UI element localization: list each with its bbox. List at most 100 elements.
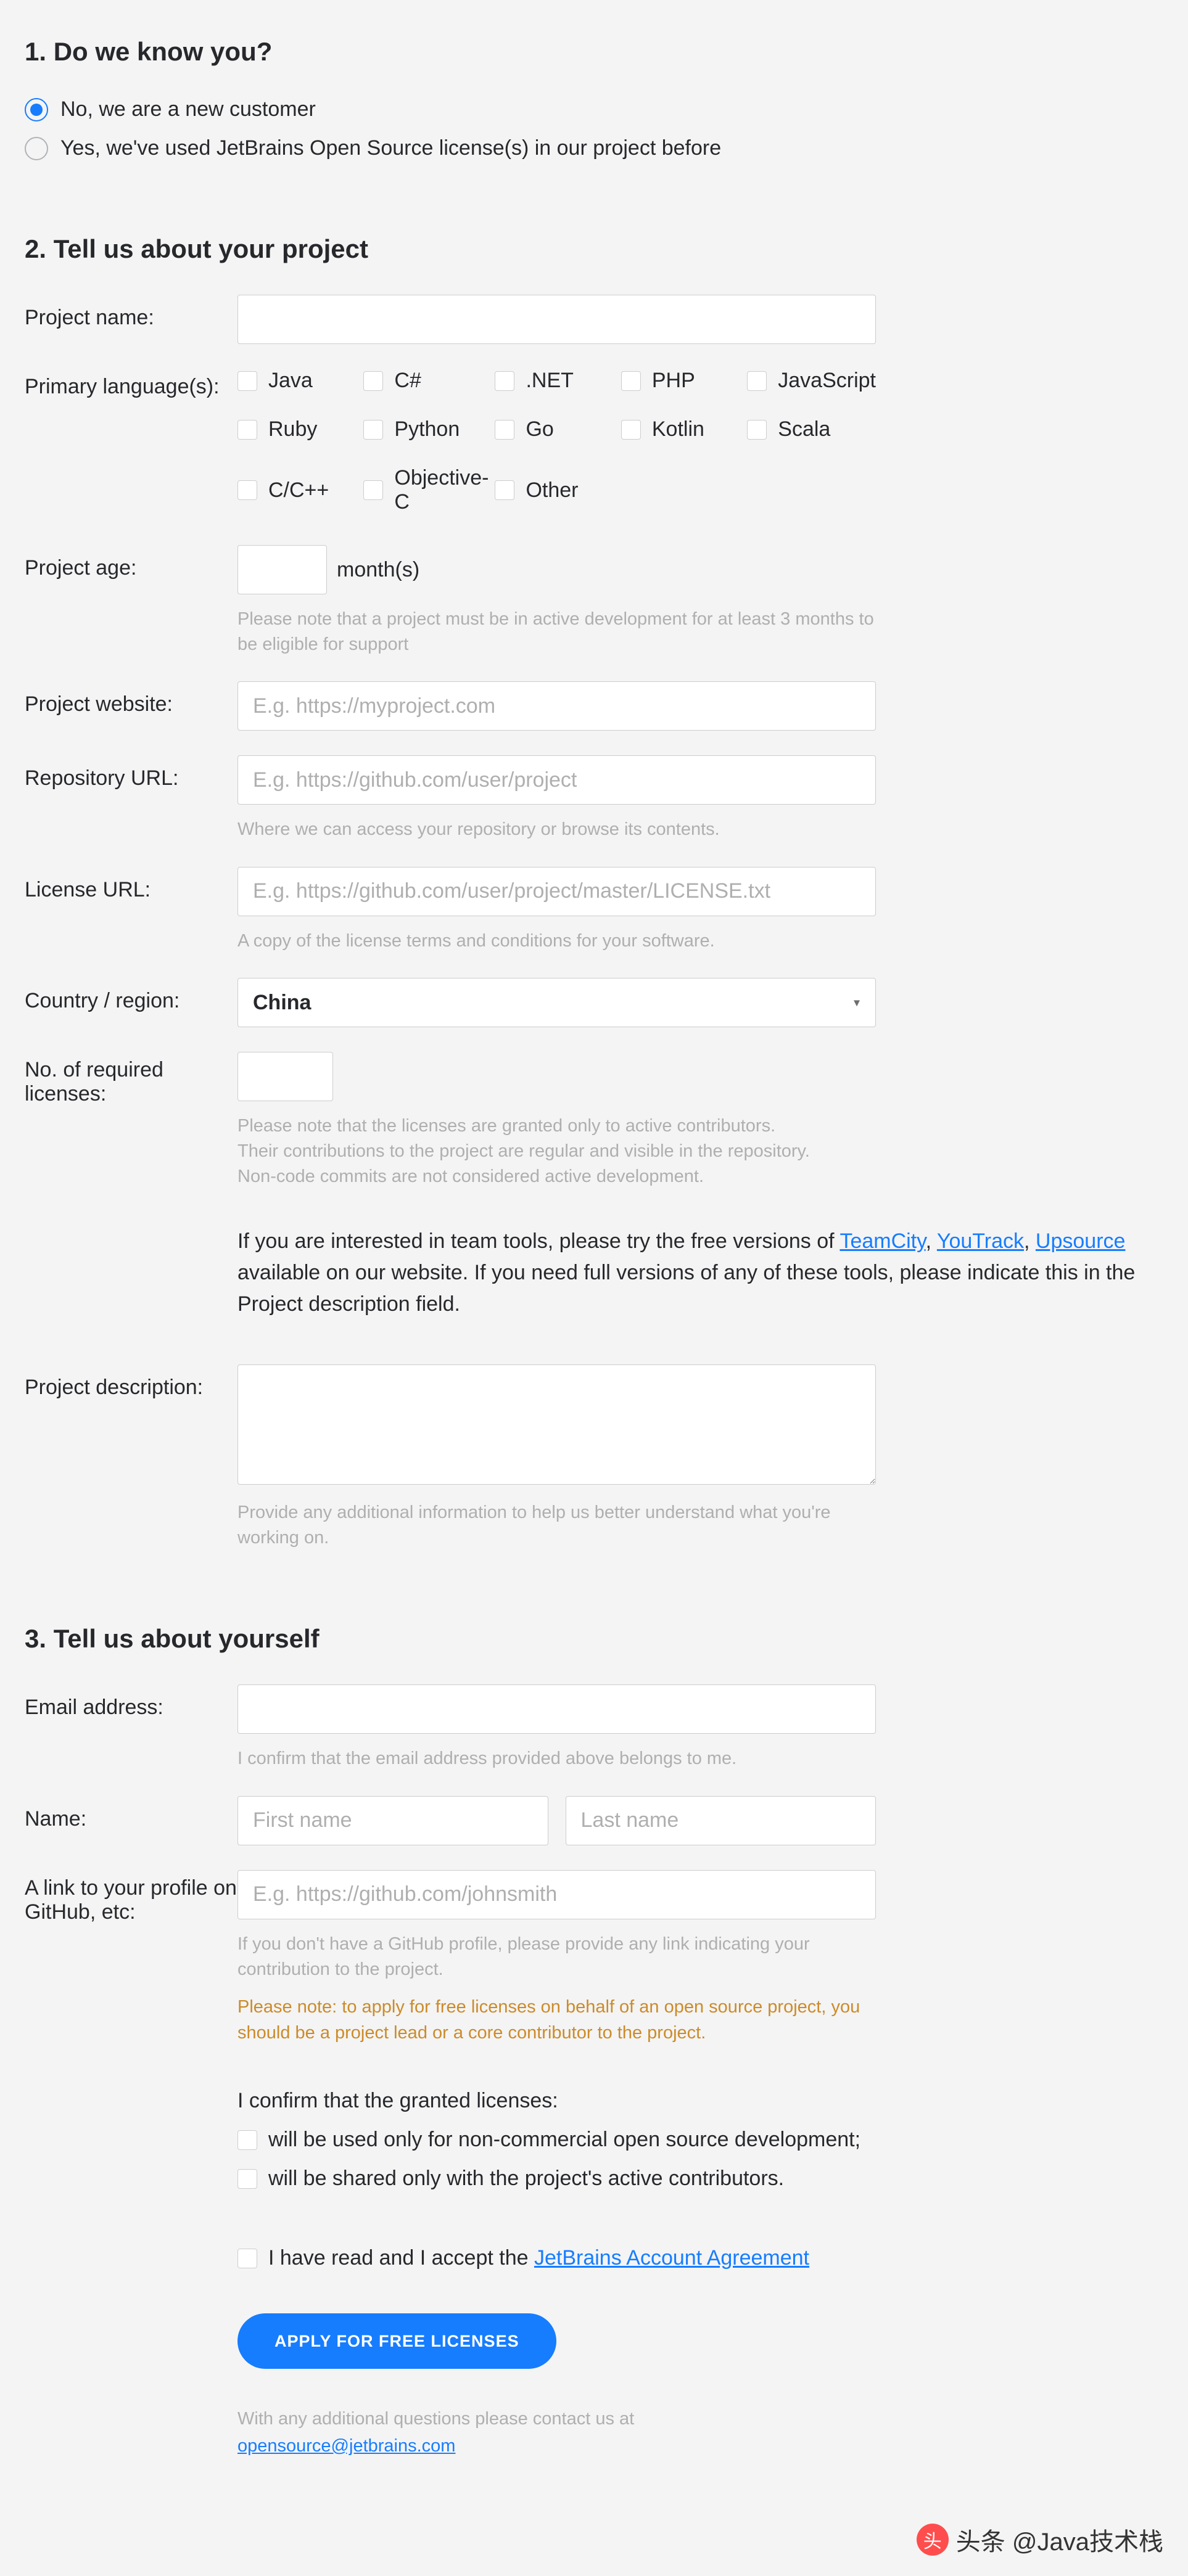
language-checkbox[interactable]: Java: [237, 369, 357, 393]
section1-heading: 1. Do we know you?: [25, 37, 1147, 67]
age-hint: Please note that a project must be in ac…: [237, 607, 876, 657]
website-label: Project website:: [25, 681, 237, 716]
confirm-noncommercial-checkbox[interactable]: will be used only for non-commercial ope…: [237, 2128, 876, 2152]
profile-warning: Please note: to apply for free licenses …: [237, 1994, 860, 2046]
checkbox-icon: [495, 420, 514, 440]
repo-input[interactable]: [237, 755, 876, 805]
checkbox-label: Other: [526, 478, 578, 502]
website-input[interactable]: [237, 681, 876, 731]
description-hint: Provide any additional information to he…: [237, 1500, 876, 1550]
checkbox-icon: [621, 420, 641, 440]
num-licenses-input[interactable]: [237, 1052, 333, 1101]
watermark: 头条 @Java技术栈: [917, 2522, 1163, 2558]
agreement-checkbox[interactable]: I have read and I accept the JetBrains A…: [237, 2246, 876, 2270]
radio-existing-customer[interactable]: Yes, we've used JetBrains Open Source li…: [25, 136, 1147, 160]
language-checkbox[interactable]: JavaScript: [747, 369, 876, 393]
language-checkbox[interactable]: .NET: [495, 369, 614, 393]
language-checkbox[interactable]: C/C++: [237, 466, 357, 514]
profile-input[interactable]: [237, 1870, 876, 1919]
language-checkbox[interactable]: Kotlin: [621, 417, 741, 441]
checkbox-icon: [237, 2169, 257, 2189]
checkbox-icon: [237, 2130, 257, 2150]
watermark-logo-icon: [917, 2524, 949, 2556]
country-select[interactable]: China: [237, 978, 876, 1027]
radio-icon: [25, 98, 48, 121]
checkbox-label: PHP: [652, 369, 695, 393]
radio-icon: [25, 137, 48, 160]
language-checkbox[interactable]: PHP: [621, 369, 741, 393]
language-checkbox[interactable]: Objective-C: [363, 466, 489, 514]
license-hint: A copy of the license terms and conditio…: [237, 929, 876, 954]
checkbox-icon: [363, 420, 383, 440]
languages-label: Primary language(s):: [25, 369, 237, 399]
num-licenses-label: No. of required licenses:: [25, 1052, 237, 1106]
checkbox-label: Kotlin: [652, 417, 704, 441]
section-project: 2. Tell us about your project Project na…: [25, 234, 1147, 1550]
agreement-text: I have read and I accept the JetBrains A…: [268, 2246, 809, 2270]
checkbox-icon: [363, 371, 383, 391]
confirm-block: I confirm that the granted licenses: wil…: [237, 2089, 876, 2191]
radio-new-customer[interactable]: No, we are a new customer: [25, 97, 1147, 121]
contact-email-link[interactable]: opensource@jetbrains.com: [237, 2436, 455, 2456]
upsource-link[interactable]: Upsource: [1036, 1229, 1126, 1253]
section-yourself: 3. Tell us about yourself Email address:…: [25, 1624, 1147, 2459]
section-know-you: 1. Do we know you? No, we are a new cust…: [25, 37, 1147, 160]
languages-grid: Java C# .NET PHP JavaScript Ruby Python Go Kotli…: [237, 369, 876, 514]
checkbox-label: Python: [394, 417, 460, 441]
agreement-link[interactable]: JetBrains Account Agreement: [534, 2246, 809, 2270]
months-label: month(s): [337, 558, 419, 582]
repo-label: Repository URL:: [25, 755, 237, 790]
checkbox-label: Go: [526, 417, 553, 441]
project-name-label: Project name:: [25, 295, 237, 330]
language-checkbox[interactable]: Scala: [747, 417, 876, 441]
last-name-input[interactable]: [566, 1796, 877, 1845]
country-label: Country / region:: [25, 978, 237, 1013]
email-hint: I confirm that the email address provide…: [237, 1746, 876, 1771]
checkbox-icon: [237, 480, 257, 500]
checkbox-icon: [621, 371, 641, 391]
apply-button[interactable]: APPLY FOR FREE LICENSES: [237, 2313, 556, 2369]
checkbox-label: Objective-C: [394, 466, 489, 514]
checkbox-icon: [495, 371, 514, 391]
checkbox-icon: [237, 2249, 257, 2268]
checkbox-label: C#: [394, 369, 421, 393]
confirm-heading: I confirm that the granted licenses:: [237, 2089, 876, 2113]
name-label: Name:: [25, 1796, 237, 1831]
youtrack-link[interactable]: YouTrack: [937, 1229, 1024, 1253]
language-checkbox[interactable]: Go: [495, 417, 614, 441]
customer-type-radio-group: No, we are a new customer Yes, we've use…: [25, 97, 1147, 160]
checkbox-icon: [747, 371, 767, 391]
project-age-label: Project age:: [25, 545, 237, 580]
project-name-input[interactable]: [237, 295, 876, 344]
profile-label: A link to your profile on GitHub, etc:: [25, 1870, 237, 1924]
project-age-input[interactable]: [237, 545, 327, 594]
radio-label: No, we are a new customer: [60, 97, 316, 121]
radio-label: Yes, we've used JetBrains Open Source li…: [60, 136, 721, 160]
email-label: Email address:: [25, 1684, 237, 1720]
checkbox-label: .NET: [526, 369, 573, 393]
language-checkbox[interactable]: Python: [363, 417, 489, 441]
first-name-input[interactable]: [237, 1796, 548, 1845]
checkbox-label: Java: [268, 369, 313, 393]
checkbox-icon: [237, 420, 257, 440]
teamcity-link[interactable]: TeamCity: [839, 1229, 925, 1253]
team-tools-note: If you are interested in team tools, ple…: [237, 1226, 1147, 1320]
license-url-input[interactable]: [237, 867, 876, 916]
checkbox-label: Ruby: [268, 417, 317, 441]
checkbox-icon: [237, 371, 257, 391]
contact-info: With any additional questions please con…: [237, 2406, 876, 2459]
repo-hint: Where we can access your repository or b…: [237, 817, 876, 842]
license-url-label: License URL:: [25, 867, 237, 902]
email-input[interactable]: [237, 1684, 876, 1734]
profile-hint: If you don't have a GitHub profile, plea…: [237, 1932, 876, 1982]
confirm-shared-checkbox[interactable]: will be shared only with the project's a…: [237, 2167, 876, 2191]
section3-heading: 3. Tell us about yourself: [25, 1624, 1147, 1654]
description-label: Project description:: [25, 1364, 237, 1400]
checkbox-icon: [747, 420, 767, 440]
language-checkbox[interactable]: Ruby: [237, 417, 357, 441]
language-checkbox[interactable]: Other: [495, 466, 614, 514]
checkbox-label: C/C++: [268, 478, 329, 502]
language-checkbox[interactable]: C#: [363, 369, 489, 393]
licenses-hint: Please note that the licenses are grante…: [237, 1114, 876, 1189]
description-textarea[interactable]: [237, 1364, 876, 1485]
